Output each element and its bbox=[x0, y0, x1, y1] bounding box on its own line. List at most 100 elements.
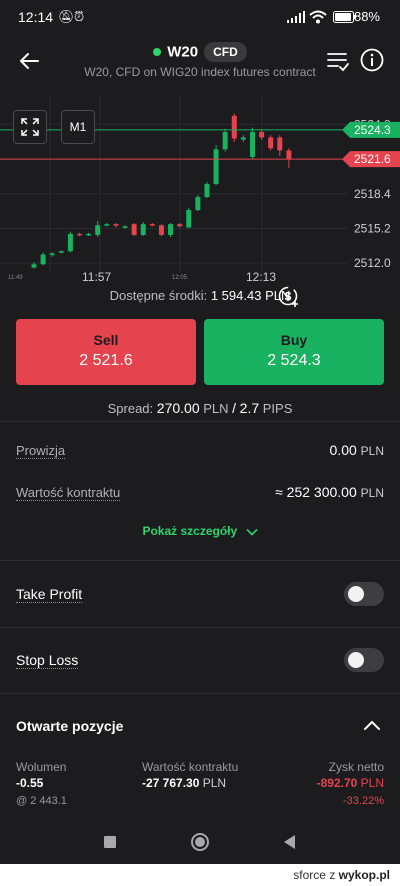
commission-label: Prowizja bbox=[16, 443, 66, 459]
stop-loss-toggle[interactable] bbox=[344, 648, 384, 672]
buy-button[interactable]: Buy 2 524.3 bbox=[204, 319, 384, 385]
candle-body bbox=[204, 184, 210, 198]
svg-text:$: $ bbox=[285, 290, 292, 304]
instrument-symbol: W20 bbox=[167, 43, 199, 61]
price-chart[interactable]: 2524.82518.42515.22512.02524.32521.611:5… bbox=[0, 96, 400, 286]
info-icon[interactable] bbox=[360, 48, 384, 72]
available-funds: Dostępne środki: 1 594.43 PLN bbox=[0, 288, 400, 303]
toggle-knob bbox=[348, 652, 364, 668]
time-axis-label-small: 11:49 bbox=[8, 275, 23, 281]
take-profit-toggle[interactable] bbox=[344, 582, 384, 606]
home-button[interactable] bbox=[191, 833, 209, 851]
commission-amount: 0.00 bbox=[329, 442, 357, 458]
divider bbox=[0, 693, 400, 694]
candle-body bbox=[140, 224, 146, 235]
divider bbox=[0, 421, 400, 422]
contract-value-unit: PLN bbox=[360, 486, 384, 500]
chevron-down-icon bbox=[245, 528, 258, 536]
candle-body bbox=[240, 137, 246, 140]
watermark-sep: z bbox=[329, 868, 336, 882]
show-details-link[interactable]: Pokaż szczegóły bbox=[0, 524, 400, 538]
take-profit-label: Take Profit bbox=[16, 586, 83, 603]
price-axis-label: 2515.2 bbox=[354, 221, 391, 235]
candle-body bbox=[158, 225, 164, 235]
candle-body bbox=[31, 264, 37, 268]
time-axis-label-small: 12:05 bbox=[172, 275, 188, 281]
funds-value: 1 594.43 bbox=[210, 288, 262, 303]
time-axis-label: 11:57 bbox=[82, 270, 111, 284]
watermark-brand: wykop.pl bbox=[338, 868, 390, 882]
candle-body bbox=[268, 137, 274, 149]
add-funds-icon[interactable]: $ bbox=[278, 286, 300, 308]
watermark-user: sforce bbox=[293, 868, 326, 882]
expand-icon bbox=[21, 118, 39, 136]
position-contract-label: Wartość kontraktu bbox=[142, 760, 239, 774]
net-profit-percent: -33.22% bbox=[343, 795, 384, 807]
candle-body bbox=[259, 132, 265, 138]
instrument-type-badge: CFD bbox=[204, 42, 247, 62]
nav-back-button[interactable] bbox=[284, 835, 295, 849]
time-axis-label: 12:13 bbox=[246, 270, 276, 284]
candle-body bbox=[186, 210, 192, 228]
contract-value: ≈ 252 300.00 PLN bbox=[275, 484, 384, 500]
bell-muted-icon: 🔕︎ bbox=[58, 9, 75, 24]
candle-body bbox=[113, 224, 119, 226]
candle-body bbox=[231, 115, 237, 139]
candle-body bbox=[177, 224, 183, 227]
sell-button[interactable]: Sell 2 521.6 bbox=[16, 319, 196, 385]
candle-body bbox=[149, 224, 155, 226]
open-positions-title: Otwarte pozycje bbox=[16, 718, 124, 734]
position-contract-unit: PLN bbox=[202, 776, 227, 790]
spread-separator: / bbox=[232, 400, 237, 416]
candle-body bbox=[40, 254, 46, 265]
ask-price-label: 2524.3 bbox=[354, 123, 391, 137]
candle-body bbox=[195, 197, 201, 211]
candle-body bbox=[122, 226, 128, 228]
status-bar: 12:14 🔕︎ ⏰︎ 88% bbox=[0, 0, 400, 36]
commission-unit: PLN bbox=[360, 444, 384, 458]
battery-percent: 88% bbox=[353, 9, 380, 24]
alarm-icon: ⏰︎ bbox=[74, 9, 85, 24]
candle-body bbox=[277, 137, 283, 151]
spread-pips: 2.7 bbox=[239, 400, 260, 416]
spread-unit: PLN bbox=[203, 401, 229, 416]
sell-label: Sell bbox=[93, 332, 119, 348]
chevron-up-icon[interactable] bbox=[362, 716, 382, 736]
sell-price: 2 521.6 bbox=[79, 352, 133, 369]
candle-body bbox=[77, 233, 83, 236]
divider bbox=[0, 627, 400, 628]
price-axis-label: 2512.0 bbox=[354, 256, 391, 270]
watermark: sforce z wykop.pl bbox=[293, 868, 390, 882]
candle-body bbox=[86, 233, 92, 236]
timeframe-button[interactable]: M1 bbox=[61, 110, 95, 144]
candle-body bbox=[222, 132, 228, 150]
bid-price-label: 2521.6 bbox=[354, 152, 391, 166]
net-profit-unit: PLN bbox=[360, 776, 384, 790]
candle-body bbox=[95, 225, 101, 235]
stop-loss-label: Stop Loss bbox=[16, 652, 79, 669]
candle-body bbox=[67, 233, 73, 252]
wifi-icon bbox=[309, 10, 327, 24]
signal-icon bbox=[287, 11, 305, 23]
net-profit-label: Zysk netto bbox=[328, 760, 384, 774]
net-profit-amount: -892.70 bbox=[316, 776, 358, 790]
status-time: 12:14 bbox=[18, 9, 54, 25]
fullscreen-button[interactable] bbox=[13, 110, 47, 144]
open-price: @ 2 443.1 bbox=[16, 795, 67, 807]
spread-info: Spread: 270.00 PLN / 2.7 PIPS bbox=[0, 400, 400, 416]
contract-value-amount: ≈ 252 300.00 bbox=[275, 484, 357, 500]
price-axis-label: 2518.4 bbox=[354, 187, 391, 201]
candle-body bbox=[131, 224, 137, 235]
divider bbox=[0, 560, 400, 561]
candle-body bbox=[286, 150, 292, 160]
recent-apps-button[interactable] bbox=[104, 836, 116, 848]
spread-label: Spread: bbox=[107, 401, 154, 416]
live-dot-icon bbox=[153, 48, 162, 56]
candle-body bbox=[168, 224, 174, 235]
toggle-knob bbox=[348, 586, 364, 602]
order-list-icon[interactable] bbox=[326, 50, 350, 72]
candle-body bbox=[213, 149, 219, 185]
position-contract-amount: -27 767.30 bbox=[142, 776, 200, 790]
funds-label: Dostępne środki: bbox=[109, 288, 208, 303]
candle-body bbox=[49, 253, 55, 255]
